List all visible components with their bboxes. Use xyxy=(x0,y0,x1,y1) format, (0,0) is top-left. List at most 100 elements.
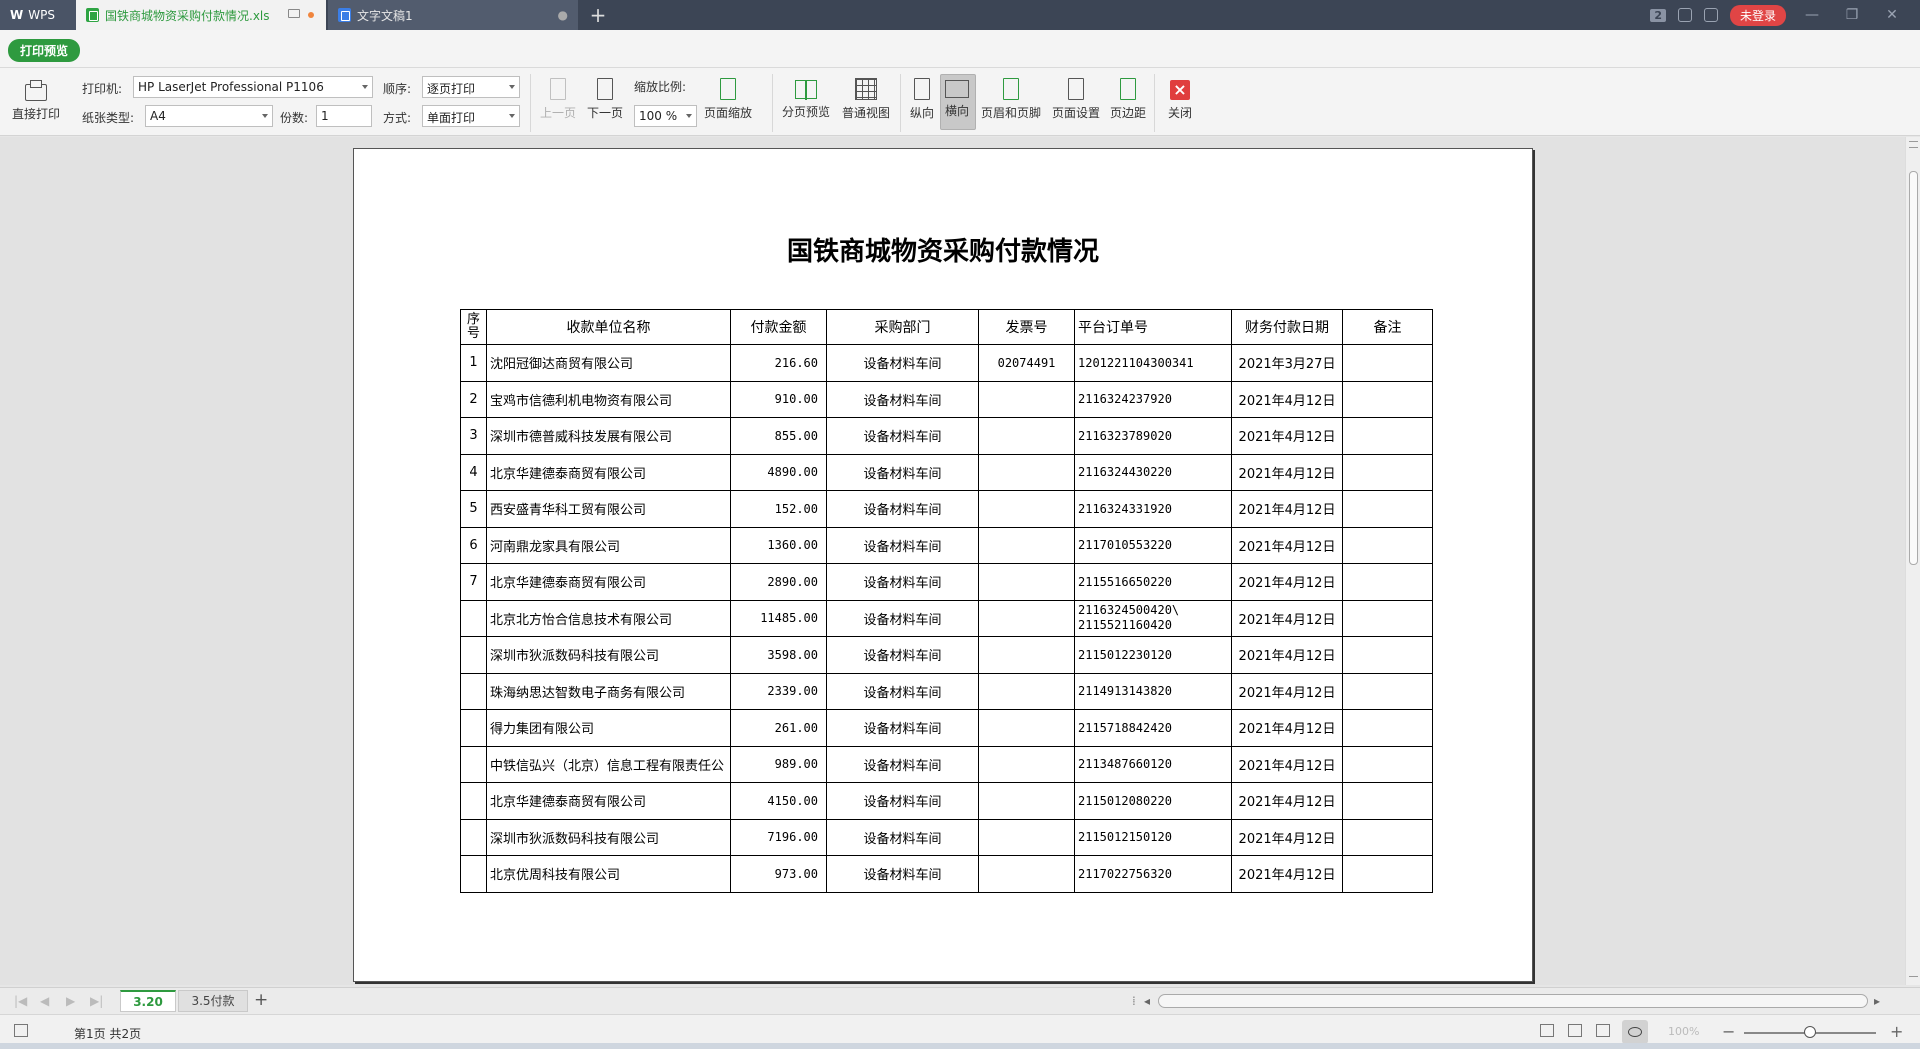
horizontal-scrollbar[interactable] xyxy=(1158,994,1868,1008)
printer-select[interactable]: HP LaserJet Professional P1106 xyxy=(133,76,373,98)
next-sheet-icon[interactable]: ▶ xyxy=(66,994,75,1008)
prev-page-icon xyxy=(550,78,566,100)
remark-cell xyxy=(1342,818,1433,856)
print-preview-toolbar: 直接打印 打印机: HP LaserJet Professional P1106… xyxy=(0,68,1920,136)
copies-stepper[interactable]: 1 xyxy=(316,105,372,127)
first-sheet-icon[interactable]: |◀ xyxy=(14,994,27,1008)
page-break-preview-button[interactable]: 分页预览 xyxy=(782,78,830,120)
sheet-tab-3-5[interactable]: 3.5付款 xyxy=(178,990,248,1012)
next-page-button[interactable]: 下一页 xyxy=(587,78,623,121)
mode-select[interactable]: 单面打印 xyxy=(422,105,520,127)
chevron-down-icon xyxy=(262,114,268,118)
window-count-badge[interactable]: 2 xyxy=(1650,8,1666,22)
table-row: 中铁信弘兴（北京）信息工程有限责任公 989.00 设备材料车间 2113487660… xyxy=(460,745,1433,783)
tab-writer-label: 文字文稿1 xyxy=(357,8,413,23)
zoom-percent: 100% xyxy=(1668,1025,1700,1038)
page-zoom-button[interactable]: 页面缩放 xyxy=(704,78,752,121)
normal-view-button[interactable]: 普通视图 xyxy=(842,78,890,121)
normal-view-icon[interactable] xyxy=(1540,1024,1554,1037)
row-index-cell xyxy=(460,818,487,856)
page-setup-button[interactable]: 页面设置 xyxy=(1052,78,1100,121)
login-button[interactable]: 未登录 xyxy=(1729,4,1786,26)
header-footer-button[interactable]: 页眉和页脚 xyxy=(981,78,1041,121)
department-cell: 设备材料车间 xyxy=(826,380,979,418)
department-cell: 设备材料车间 xyxy=(826,563,979,601)
page-break-icon xyxy=(795,80,817,100)
zoom-out-icon[interactable]: − xyxy=(1722,1022,1735,1041)
unsaved-dot-icon xyxy=(308,12,314,18)
payee-cell: 沈阳冠御达商贸有限公司 xyxy=(486,344,731,382)
payee-cell: 北京北方怡合信息技术有限公司 xyxy=(486,599,731,637)
payee-cell: 深圳市狄派数码科技有限公司 xyxy=(486,818,731,856)
zoom-in-icon[interactable]: + xyxy=(1890,1022,1903,1041)
print-preview-badge[interactable]: 打印预览 xyxy=(8,39,81,62)
header-cell: 收款单位名称 xyxy=(486,309,731,345)
prev-sheet-icon[interactable]: ◀ xyxy=(40,994,49,1008)
direct-print-button[interactable]: 直接打印 xyxy=(12,78,60,122)
scroll-right-icon[interactable]: ▸ xyxy=(1874,994,1880,1008)
document-status-icon[interactable] xyxy=(14,1024,28,1037)
monitor-icon[interactable] xyxy=(288,9,300,18)
row-index-cell xyxy=(460,672,487,710)
department-cell: 设备材料车间 xyxy=(826,818,979,856)
payee-cell: 宝鸡市信德利机电物资有限公司 xyxy=(486,380,731,418)
copies-value: 1 xyxy=(321,109,329,123)
add-sheet-button[interactable]: + xyxy=(254,990,268,1010)
order-number-cell: 2115718842420 xyxy=(1074,709,1232,747)
wps-home-tab[interactable]: W WPS xyxy=(0,0,76,30)
window-close-icon[interactable]: ✕ xyxy=(1878,7,1906,23)
zoom-value: 100 % xyxy=(639,109,678,123)
shirt-icon[interactable] xyxy=(1703,8,1718,22)
tab-close-icon[interactable]: ● xyxy=(558,8,568,22)
department-cell: 设备材料车间 xyxy=(826,636,979,674)
table-row: 深圳市狄派数码科技有限公司 3598.00 设备材料车间 2115012230120 2… xyxy=(460,636,1433,674)
page-layout-icon[interactable] xyxy=(1596,1024,1610,1037)
payment-date-cell: 2021年4月12日 xyxy=(1231,855,1343,893)
margins-button[interactable]: 页边距 xyxy=(1110,78,1146,121)
portrait-button[interactable]: 纵向 xyxy=(910,78,934,121)
minimize-icon[interactable]: — xyxy=(1798,7,1826,23)
zoom-select[interactable]: 100 % xyxy=(634,105,697,127)
margins-icon xyxy=(1120,78,1136,100)
page-zoom-label: 页面缩放 xyxy=(704,106,753,120)
table-body: 1 沈阳冠御达商贸有限公司 216.60 设备材料车间 02074491 12012211… xyxy=(460,344,1433,893)
payee-cell: 北京华建德泰商贸有限公司 xyxy=(486,453,731,491)
preview-area: 国铁商城物资采购付款情况 序号 收款单位名称 付款金额 采购部门 发票号 平台订… xyxy=(0,137,1905,985)
amount-cell: 3598.00 xyxy=(730,636,827,674)
row-index-cell xyxy=(460,745,487,783)
printer-label: 打印机: xyxy=(82,82,123,96)
page-break-view-icon[interactable] xyxy=(1568,1024,1582,1037)
hscroll-split-icon[interactable]: ⁞ xyxy=(1132,994,1136,1008)
tab-spacer xyxy=(618,0,1650,30)
vertical-scrollbar[interactable] xyxy=(1905,137,1920,985)
amount-cell: 261.00 xyxy=(730,709,827,747)
order-number-cell: 2115012230120 xyxy=(1074,636,1232,674)
invoice-cell xyxy=(978,636,1075,674)
new-tab-button[interactable]: + xyxy=(578,0,618,30)
paper-select[interactable]: A4 xyxy=(145,105,273,127)
row-index-cell xyxy=(460,782,487,820)
scroll-thumb[interactable] xyxy=(1909,171,1918,565)
header-cell: 财务付款日期 xyxy=(1231,309,1343,345)
amount-cell: 989.00 xyxy=(730,745,827,783)
scroll-left-icon[interactable]: ◂ xyxy=(1144,994,1150,1008)
next-page-icon xyxy=(597,78,613,100)
title-tab-bar: W WPS 国铁商城物资采购付款情况.xls 文字文稿1 ● + 2 未登录 —… xyxy=(0,0,1920,30)
tab-spreadsheet[interactable]: 国铁商城物资采购付款情况.xls xyxy=(76,0,326,30)
sheet-tab-3-20[interactable]: 3.20 xyxy=(120,990,176,1012)
skin-icon[interactable] xyxy=(1677,8,1692,22)
close-preview-button[interactable]: × 关闭 xyxy=(1168,78,1192,121)
order-select[interactable]: 逐页打印 xyxy=(422,76,520,98)
last-sheet-icon[interactable]: ▶| xyxy=(90,994,103,1008)
landscape-button[interactable]: 横向 xyxy=(945,78,969,119)
reading-mode-eye-icon[interactable] xyxy=(1622,1020,1648,1044)
payment-date-cell: 2021年4月12日 xyxy=(1231,672,1343,710)
scroll-up-icon[interactable] xyxy=(1909,141,1918,142)
zoom-slider-knob[interactable] xyxy=(1804,1026,1816,1038)
prev-page-button[interactable]: 上一页 xyxy=(540,78,576,121)
tab-writer[interactable]: 文字文稿1 ● xyxy=(328,0,578,30)
invoice-cell xyxy=(978,417,1075,455)
invoice-cell xyxy=(978,380,1075,418)
scroll-down-icon[interactable] xyxy=(1909,976,1918,977)
restore-icon[interactable]: ❐ xyxy=(1838,7,1866,23)
